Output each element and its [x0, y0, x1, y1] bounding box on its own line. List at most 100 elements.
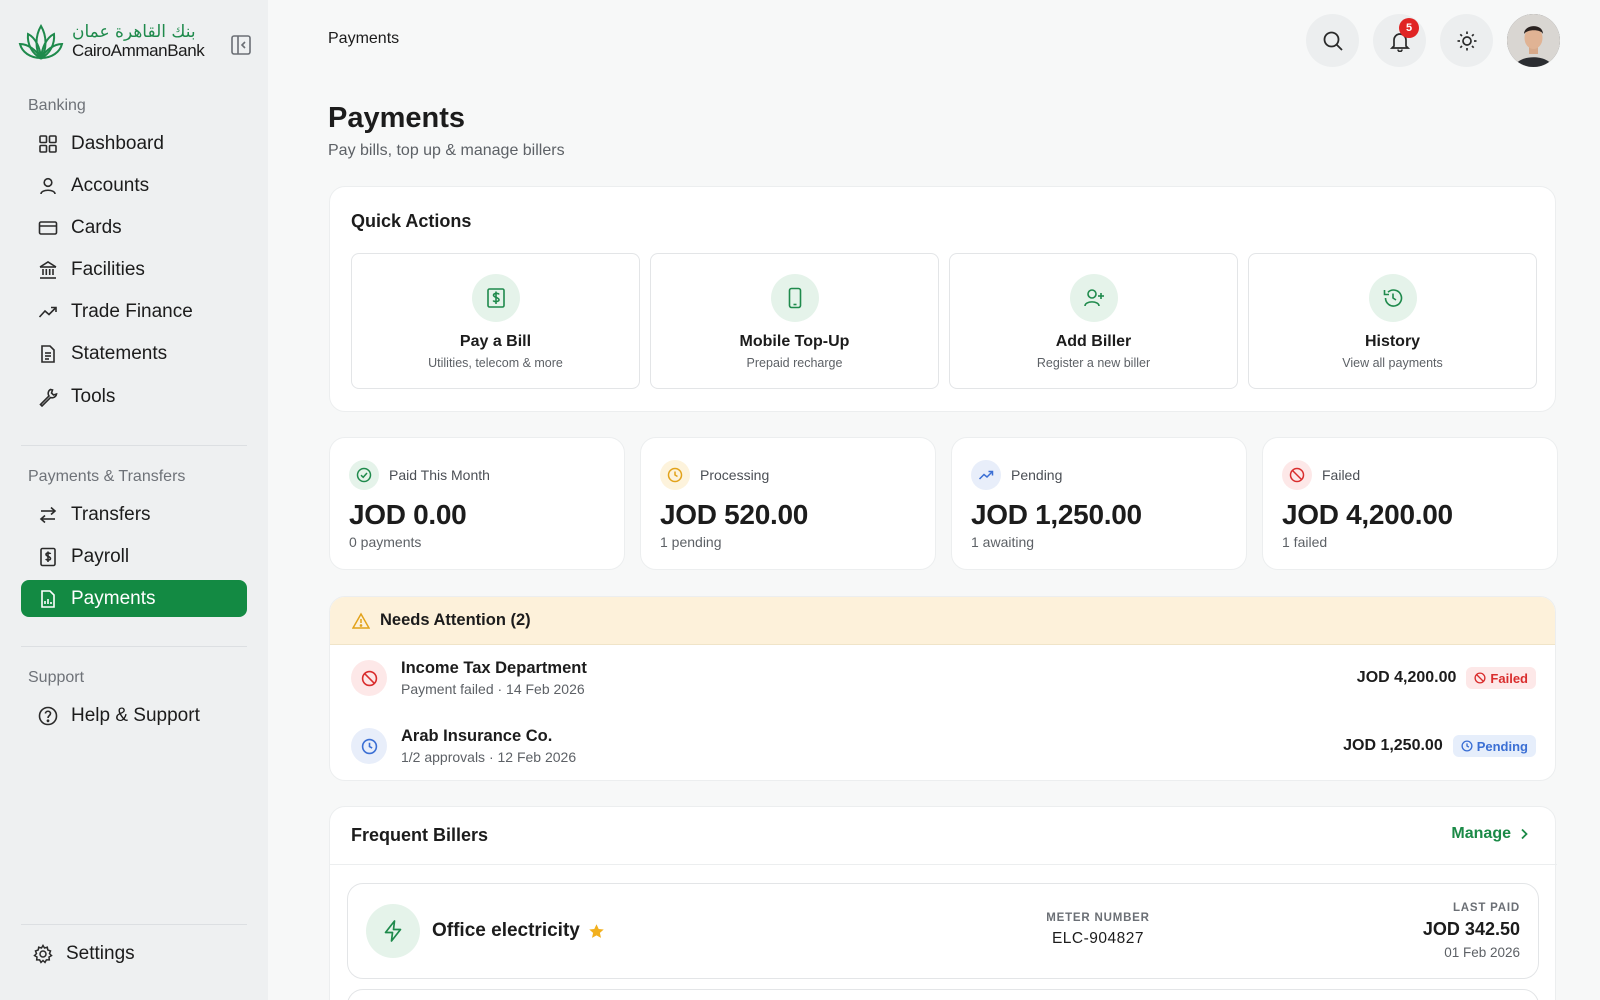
- page-subtitle: Pay bills, top up & manage billers: [328, 142, 565, 159]
- biller-name: Office electricity: [432, 920, 580, 941]
- arrows-icon: [37, 504, 59, 526]
- last-paid-label: LAST PAID: [1452, 902, 1520, 914]
- sidebar-item-label: Statements: [71, 343, 168, 365]
- stat-subtext: 1 awaiting: [971, 534, 1035, 550]
- history-button[interactable]: History View all payments: [1248, 253, 1537, 389]
- payroll-icon: [37, 546, 59, 568]
- phone-icon: [770, 274, 819, 322]
- stat-card-paid-this-month: Paid This Month JOD 0.00 0 payments: [329, 437, 625, 570]
- chevron-right-icon: [1521, 828, 1528, 840]
- clock-icon: [351, 728, 387, 764]
- gear-icon: [32, 943, 54, 965]
- sidebar-item-trade-finance[interactable]: Trade Finance: [21, 294, 247, 331]
- sidebar-item-dashboard[interactable]: Dashboard: [21, 125, 247, 162]
- document-icon: [37, 343, 59, 365]
- frequent-billers-card: Frequent Billers Manage Office electrici…: [329, 806, 1557, 1000]
- quick-action-label: History: [1364, 333, 1421, 350]
- sidebar-item-label: Payments: [71, 587, 156, 609]
- ban-icon: [351, 660, 387, 696]
- sidebar-item-accounts[interactable]: Accounts: [21, 167, 247, 204]
- status-badge: Failed: [1466, 667, 1536, 689]
- quick-action-description: View all payments: [1342, 356, 1443, 370]
- sidebar-item-label: Trade Finance: [71, 301, 193, 323]
- sidebar-item-cards[interactable]: Cards: [21, 209, 247, 246]
- header-actions: 5: [1306, 14, 1560, 67]
- sidebar-item-label: Help & Support: [71, 704, 200, 726]
- user-avatar[interactable]: [1507, 14, 1560, 67]
- frequent-billers-title: Frequent Billers: [351, 825, 489, 845]
- needs-attention-title: Needs Attention (2): [380, 611, 531, 629]
- clock-icon: [660, 460, 690, 490]
- attention-item-income-tax[interactable]: Income Tax Department Payment failed · 1…: [351, 653, 1536, 703]
- sidebar-item-facilities[interactable]: Facilities: [21, 252, 247, 289]
- sidebar-item-label: Tools: [71, 385, 116, 407]
- sidebar-item-label: Dashboard: [71, 132, 164, 154]
- stat-label: Processing: [700, 467, 770, 483]
- sidebar-item-transfers[interactable]: Transfers: [21, 496, 247, 533]
- attention-item-amount: JOD 4,200.00: [1356, 669, 1457, 686]
- meter-number-value: ELC-904827: [1051, 930, 1145, 947]
- quick-action-description: Prepaid recharge: [746, 356, 843, 370]
- attention-item-meta: Payment failed · 14 Feb 2026: [401, 681, 585, 697]
- biller-row-office-electricity[interactable]: Office electricity METER NUMBER ELC-9048…: [347, 883, 1539, 979]
- stat-value: JOD 0.00: [349, 499, 467, 530]
- add-biller-button[interactable]: Add Biller Register a new biller: [949, 253, 1238, 389]
- mobile-topup-button[interactable]: Mobile Top-Up Prepaid recharge: [650, 253, 939, 389]
- sidebar: بنك القاهرة عمان CairoAmmanBank Banking …: [0, 0, 268, 1000]
- search-button[interactable]: [1306, 14, 1359, 67]
- star-icon[interactable]: [588, 923, 605, 940]
- notifications-button[interactable]: 5: [1373, 14, 1426, 67]
- stat-value: JOD 520.00: [660, 499, 808, 530]
- stat-label: Paid This Month: [389, 467, 490, 483]
- last-paid-date: 01 Feb 2026: [1444, 945, 1520, 960]
- theme-toggle-button[interactable]: [1440, 14, 1493, 67]
- manage-billers-link[interactable]: Manage: [1451, 825, 1529, 843]
- attention-item-arab-insurance[interactable]: Arab Insurance Co. 1/2 approvals · 12 Fe…: [351, 721, 1536, 771]
- payments-icon: [37, 588, 59, 610]
- sun-icon: [1457, 31, 1476, 50]
- add-user-icon: [1069, 274, 1118, 322]
- trend-icon: [37, 301, 59, 323]
- bank-icon: [37, 259, 59, 281]
- last-paid-amount: JOD 342.50: [1422, 919, 1520, 939]
- sidebar-item-label: Accounts: [71, 174, 150, 196]
- sidebar-item-statements[interactable]: Statements: [21, 336, 247, 373]
- sidebar-item-label: Cards: [71, 216, 122, 238]
- stat-label: Pending: [1011, 467, 1063, 483]
- divider: [330, 864, 1557, 865]
- ban-icon: [1282, 460, 1312, 490]
- quick-action-description: Utilities, telecom & more: [428, 356, 563, 370]
- attention-item-name: Arab Insurance Co.: [401, 727, 553, 745]
- manage-label: Manage: [1451, 825, 1511, 842]
- nav-heading-banking: Banking: [28, 97, 86, 114]
- logo-english-text: CairoAmmanBank: [72, 41, 205, 60]
- ban-icon: [1474, 672, 1486, 684]
- attention-item-amount: JOD 1,250.00: [1343, 737, 1443, 754]
- bill-icon: [471, 274, 520, 322]
- lightning-icon: [366, 904, 420, 958]
- sidebar-item-help-support[interactable]: Help & Support: [21, 697, 247, 734]
- sidebar-item-settings[interactable]: Settings: [18, 935, 244, 972]
- nav-heading-payments-transfers: Payments & Transfers: [28, 468, 186, 485]
- biller-row-partial[interactable]: [347, 989, 1539, 1000]
- attention-item-meta: 1/2 approvals · 12 Feb 2026: [401, 749, 577, 765]
- bank-logo[interactable]: بنك القاهرة عمان CairoAmmanBank: [18, 22, 205, 62]
- nav-section-payments-transfers: Payments & Transfers Transfers Payroll P…: [21, 468, 247, 623]
- pay-bill-button[interactable]: Pay a Bill Utilities, telecom & more: [351, 253, 640, 389]
- needs-attention-card: Needs Attention (2) Income Tax Departmen…: [329, 596, 1556, 781]
- status-badge-label: Failed: [1490, 670, 1528, 686]
- wrench-icon: [37, 386, 59, 408]
- nav-section-banking: Banking Dashboard Accounts Cards Facilit…: [21, 97, 247, 420]
- status-badge: Pending: [1452, 735, 1536, 757]
- nav-divider: [21, 646, 247, 647]
- status-badge-label: Pending: [1476, 738, 1528, 754]
- sidebar-item-tools[interactable]: Tools: [21, 378, 247, 415]
- collapse-sidebar-icon[interactable]: [230, 34, 252, 56]
- sidebar-item-payroll[interactable]: Payroll: [21, 538, 247, 575]
- history-icon: [1368, 274, 1417, 322]
- help-icon: [37, 705, 59, 727]
- quick-action-label: Mobile Top-Up: [739, 333, 850, 350]
- page-title: Payments: [328, 102, 466, 134]
- sidebar-item-payments[interactable]: Payments: [21, 580, 247, 618]
- nav-section-support: Support Help & Support: [21, 669, 247, 739]
